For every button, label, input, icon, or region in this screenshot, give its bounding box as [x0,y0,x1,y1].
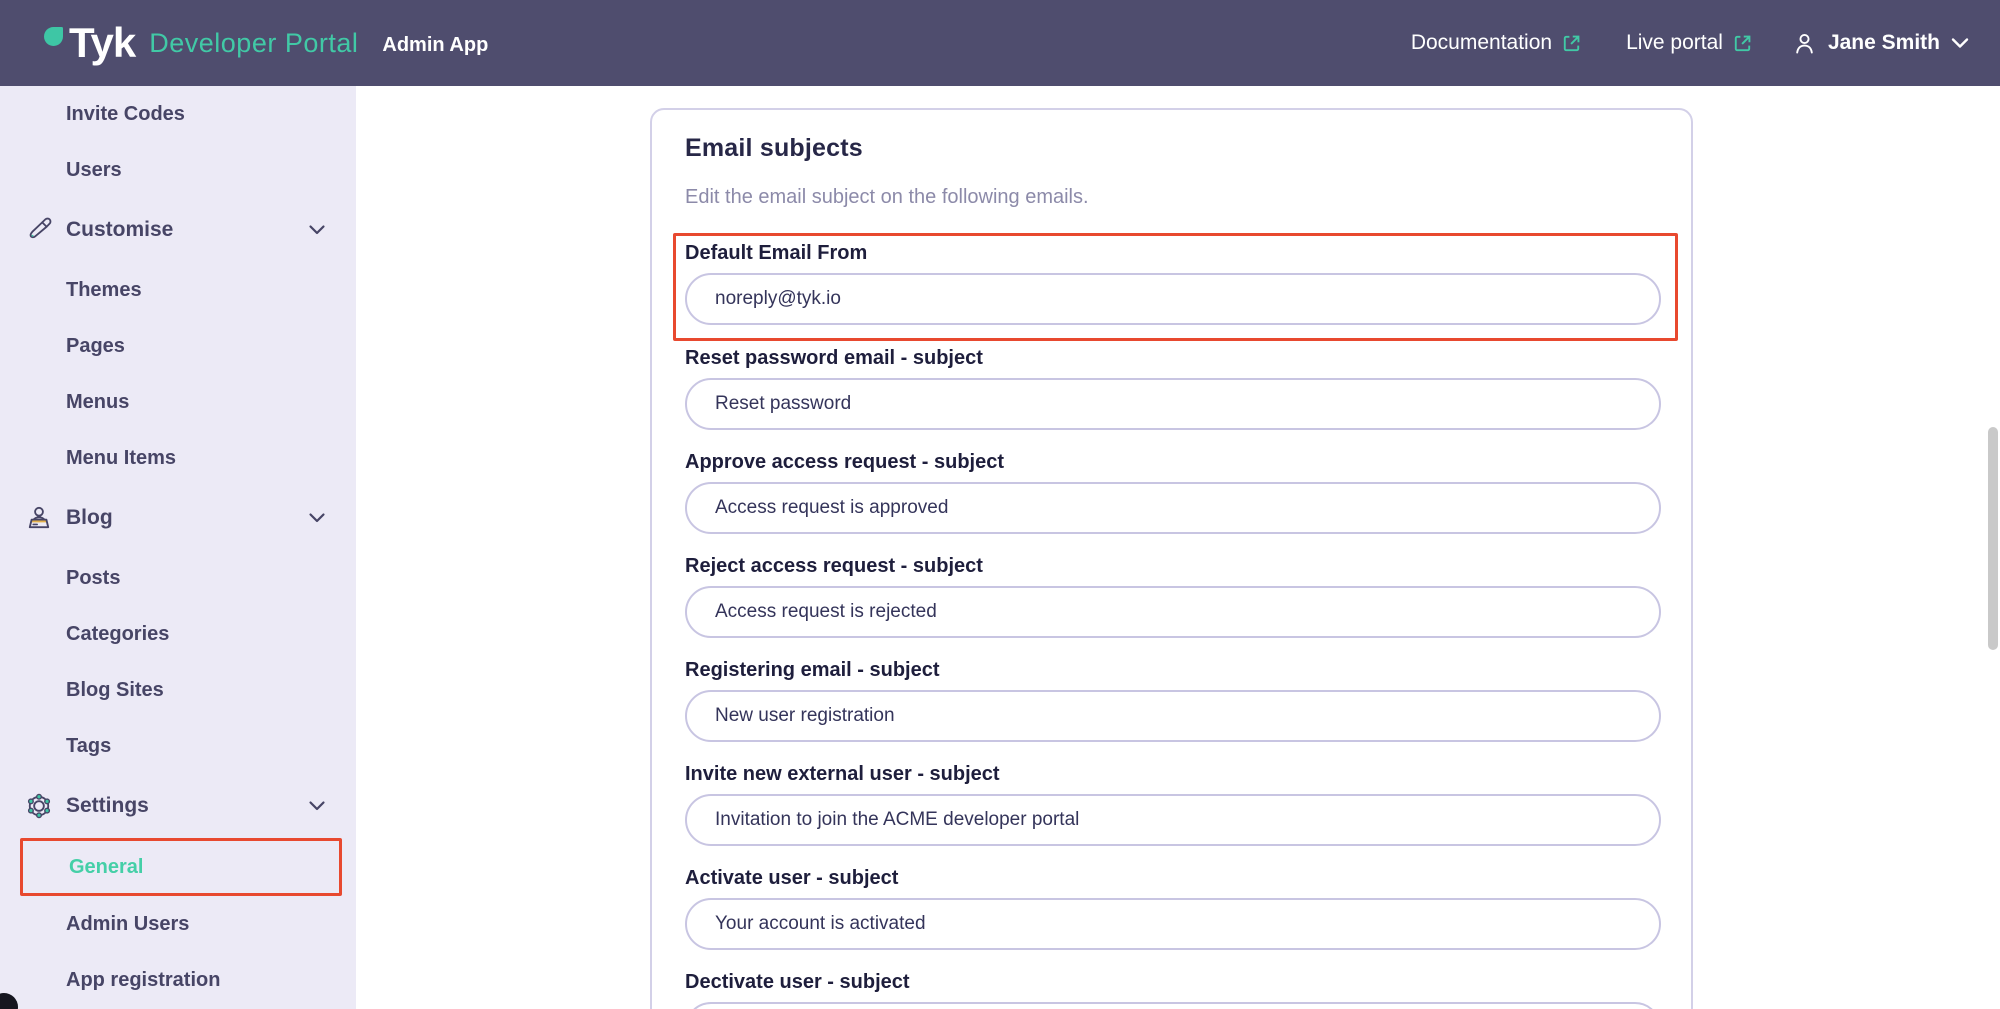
sidebar-item-label: Menus [66,391,129,414]
documentation-link[interactable]: Documentation [1411,31,1582,55]
field-group-reject-access: Reject access request - subject [685,553,1661,638]
sidebar-item-menu-items[interactable]: Menu Items [0,430,356,486]
field-label-activate-user: Activate user - subject [685,865,1661,891]
default-email-from-input[interactable] [685,273,1661,325]
sidebar-section-settings[interactable]: Settings [0,774,356,838]
field-group-activate-user: Activate user - subject [685,865,1661,950]
gear-icon [24,791,54,821]
sidebar-item-label: Categories [66,623,169,646]
user-menu[interactable]: Jane Smith [1791,30,1970,57]
sidebar-item-label: Pages [66,335,125,358]
sidebar-item-label: Tags [66,735,111,758]
field-group-invite-external-user: Invite new external user - subject [685,761,1661,846]
user-icon [1791,30,1818,57]
live-portal-link[interactable]: Live portal [1626,31,1753,55]
field-label-reset-password: Reset password email - subject [685,345,1661,371]
chevron-down-icon [308,224,326,236]
sidebar-item-menus[interactable]: Menus [0,374,356,430]
field-label-registering-email: Registering email - subject [685,657,1661,683]
sidebar: Invite Codes Users Customise Themes Page… [0,86,356,1009]
sidebar-item-invite-codes[interactable]: Invite Codes [0,86,356,142]
sidebar-item-label: General [69,856,143,879]
sidebar-section-label: Customise [66,218,173,242]
live-portal-label: Live portal [1626,31,1723,55]
blog-icon [24,503,54,533]
field-group-registering-email: Registering email - subject [685,657,1661,742]
main-content: Email subjects Edit the email subject on… [356,86,2000,1009]
sidebar-item-admin-users[interactable]: Admin Users [0,896,356,952]
top-navbar: Tyk Developer Portal Admin App Documenta… [0,0,2000,86]
sidebar-item-pages[interactable]: Pages [0,318,356,374]
activate-user-subject-input[interactable] [685,898,1661,950]
sidebar-section-label: Blog [66,506,113,530]
deactivate-user-subject-input[interactable] [685,1002,1661,1009]
sidebar-item-label: Themes [66,279,142,302]
chevron-down-icon [308,512,326,524]
sidebar-item-general[interactable]: General [20,838,342,896]
sidebar-item-blog-sites[interactable]: Blog Sites [0,662,356,718]
email-subjects-card: Email subjects Edit the email subject on… [650,108,1693,1009]
sidebar-item-label: Posts [66,567,120,590]
user-name: Jane Smith [1828,31,1940,55]
admin-app-label: Admin App [382,34,488,57]
logo-subtitle: Developer Portal [149,28,358,59]
chevron-down-icon [1950,36,1970,50]
sidebar-item-label: Users [66,159,122,182]
reject-access-subject-input[interactable] [685,586,1661,638]
approve-access-subject-input[interactable] [685,482,1661,534]
field-label-deactivate-user: Dectivate user - subject [685,969,1661,995]
card-title: Email subjects [685,134,1661,163]
topbar-right: Documentation Live portal [1411,30,1970,57]
field-group-approve-access: Approve access request - subject [685,449,1661,534]
field-label-approve-access: Approve access request - subject [685,449,1661,475]
card-subtitle: Edit the email subject on the following … [685,184,1661,210]
logo-text: Tyk [69,19,135,67]
sidebar-item-tags[interactable]: Tags [0,718,356,774]
tyk-brand[interactable]: Tyk Developer Portal [44,19,358,67]
field-label-default-email-from: Default Email From [685,240,1661,266]
tyk-leaf-logo-icon [44,27,63,46]
reset-password-subject-input[interactable] [685,378,1661,430]
sidebar-section-blog[interactable]: Blog [0,486,356,550]
sidebar-item-label: Invite Codes [66,103,185,126]
field-group-default-email-from: Default Email From [673,233,1678,341]
sidebar-item-label: Blog Sites [66,679,164,702]
field-label-invite-external-user: Invite new external user - subject [685,761,1661,787]
sidebar-item-app-registration[interactable]: App registration [0,952,356,1008]
sidebar-item-themes[interactable]: Themes [0,262,356,318]
paintbrush-icon [24,215,54,245]
field-label-reject-access: Reject access request - subject [685,553,1661,579]
invite-external-user-subject-input[interactable] [685,794,1661,846]
sidebar-section-customise[interactable]: Customise [0,198,356,262]
registering-email-subject-input[interactable] [685,690,1661,742]
chevron-down-icon [308,800,326,812]
sidebar-item-label: App registration [66,969,220,992]
sidebar-section-label: Settings [66,794,149,818]
page-scrollbar-thumb[interactable] [1988,427,1998,650]
sidebar-item-categories[interactable]: Categories [0,606,356,662]
field-group-reset-password: Reset password email - subject [685,345,1661,430]
field-group-deactivate-user: Dectivate user - subject [685,969,1661,1009]
app-root: Tyk Developer Portal Admin App Documenta… [0,0,2000,1009]
sidebar-item-posts[interactable]: Posts [0,550,356,606]
sidebar-item-users[interactable]: Users [0,142,356,198]
sidebar-item-label: Menu Items [66,447,176,470]
documentation-label: Documentation [1411,31,1552,55]
external-link-icon [1561,33,1582,54]
external-link-icon [1732,33,1753,54]
sidebar-item-label: Admin Users [66,913,189,936]
